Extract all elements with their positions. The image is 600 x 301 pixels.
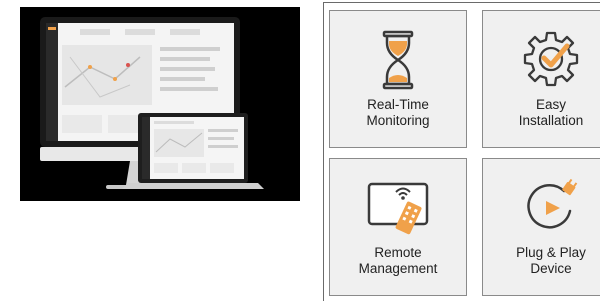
plug-play-icon xyxy=(527,178,578,229)
feature-label: Easy Installation xyxy=(518,97,584,128)
feature-label: Real-Time Monitoring xyxy=(366,97,430,128)
remote-control-icon xyxy=(367,182,429,235)
device-mockup-image xyxy=(20,7,300,201)
hourglass-icon xyxy=(382,30,414,90)
gear-check-icon xyxy=(523,31,579,87)
feature-tile-remote-management: Remote Management xyxy=(329,158,467,296)
feature-tile-easy-installation: Easy Installation xyxy=(482,10,600,148)
feature-tile-plug-and-play: Plug & Play Device xyxy=(482,158,600,296)
feature-tile-real-time-monitoring: Real-Time Monitoring xyxy=(329,10,467,148)
feature-label: Remote Management xyxy=(358,245,438,276)
features-panel: Real-Time Monitoring Easy Installation R… xyxy=(323,2,600,301)
feature-label: Plug & Play Device xyxy=(516,245,586,276)
